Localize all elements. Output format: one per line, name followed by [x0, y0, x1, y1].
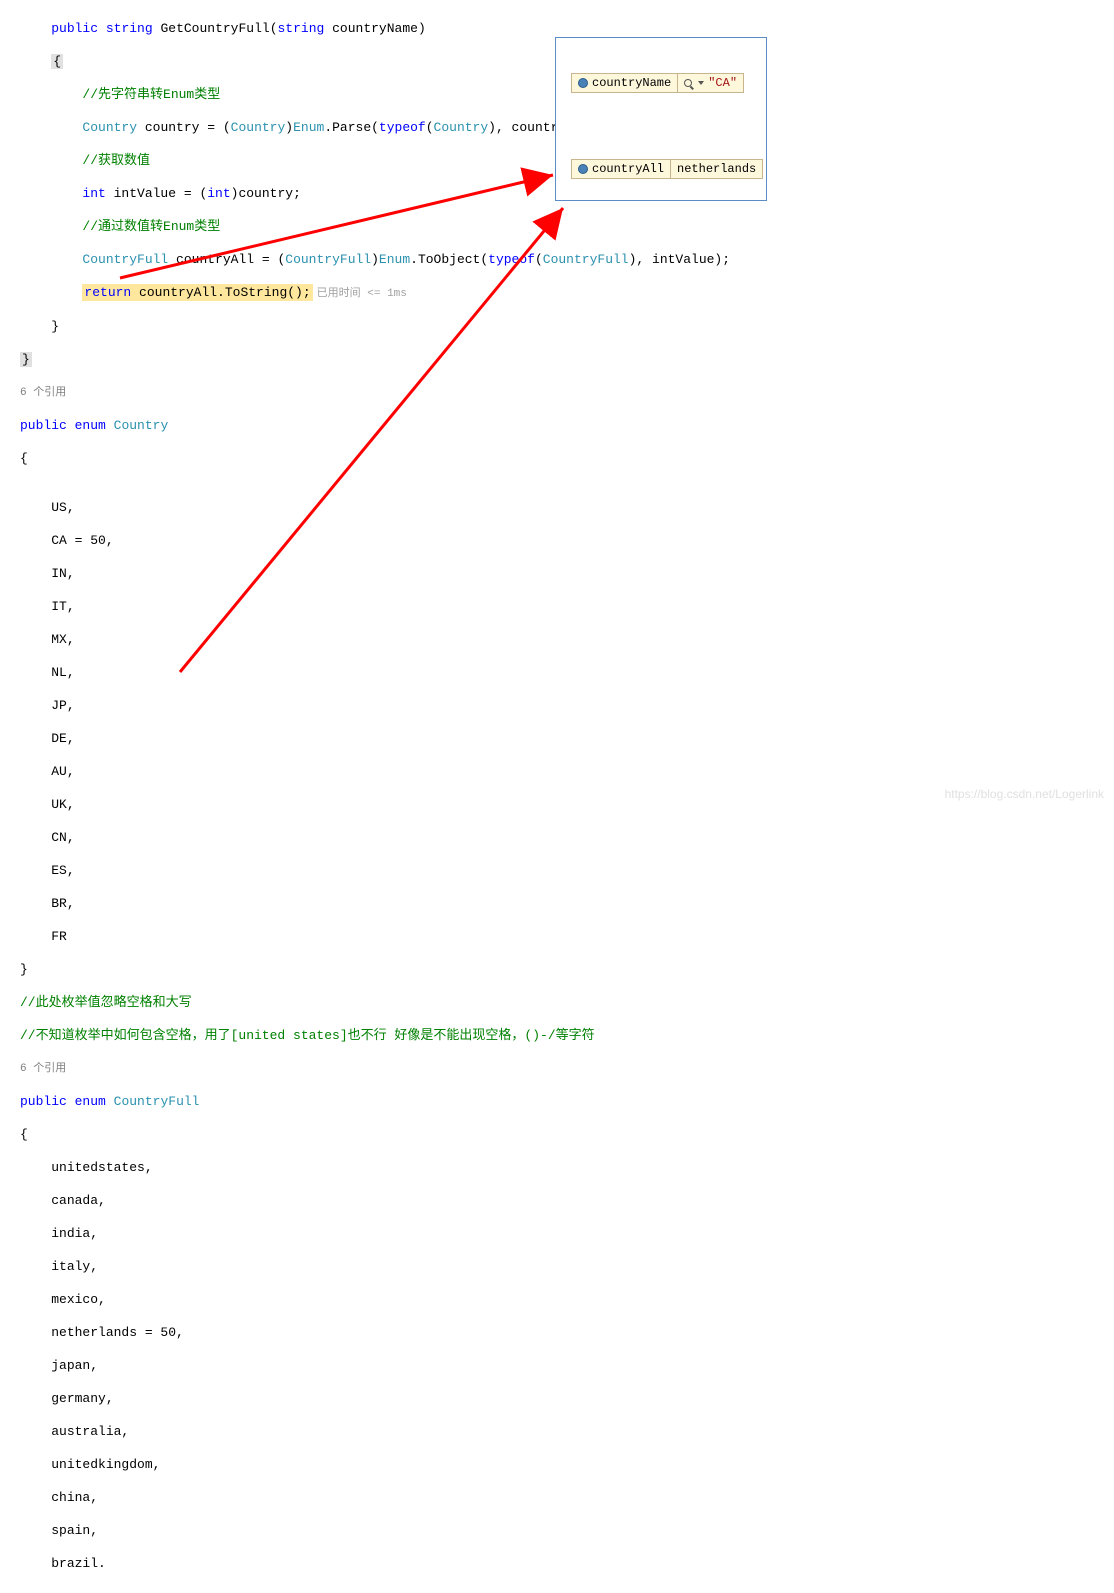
codelens-references[interactable]: 6 个引用 — [20, 1061, 1094, 1078]
code-line: NL, — [20, 665, 1094, 682]
code-line: netherlands = 50, — [20, 1325, 1094, 1342]
debug-inspection-panel: countryName "CA" countryAll netherlands — [555, 37, 767, 201]
watermark: https://blog.csdn.net/Logerlink — [945, 787, 1104, 801]
code-line: } — [20, 319, 1094, 336]
code-line: AU, — [20, 764, 1094, 781]
code-line: MX, — [20, 632, 1094, 649]
code-line: canada, — [20, 1193, 1094, 1210]
code-line: BR, — [20, 896, 1094, 913]
code-line: return countryAll.ToString();已用时间 <= 1ms — [20, 285, 1094, 303]
code-line: china, — [20, 1490, 1094, 1507]
datatip-var-value: netherlands — [677, 162, 756, 176]
code-line: US, — [20, 500, 1094, 517]
code-line: germany, — [20, 1391, 1094, 1408]
code-line: } — [20, 962, 1094, 979]
datatip-countryname[interactable]: countryName "CA" — [571, 73, 744, 93]
code-line: public string GetCountryFull(string coun… — [20, 21, 1094, 38]
code-line: { — [20, 451, 1094, 468]
code-line: IT, — [20, 599, 1094, 616]
code-line: CountryFull countryAll = (CountryFull)En… — [20, 252, 1094, 269]
code-line: japan, — [20, 1358, 1094, 1375]
code-line: FR — [20, 929, 1094, 946]
code-line: unitedkingdom, — [20, 1457, 1094, 1474]
magnify-icon[interactable] — [684, 79, 692, 87]
dropdown-icon[interactable] — [698, 81, 704, 85]
code-line: brazil. — [20, 1556, 1094, 1573]
datatip-var-name: countryAll — [592, 162, 664, 176]
code-line: public enum Country — [20, 418, 1094, 435]
code-line: //通过数值转Enum类型 — [20, 219, 1094, 236]
code-line: public enum CountryFull — [20, 1094, 1094, 1111]
code-line: UK, — [20, 797, 1094, 814]
codelens-references[interactable]: 6 个引用 — [20, 385, 1094, 402]
code-line: italy, — [20, 1259, 1094, 1276]
code-line: ES, — [20, 863, 1094, 880]
code-line: //此处枚举值忽略空格和大写 — [20, 995, 1094, 1012]
code-line: CA = 50, — [20, 533, 1094, 550]
code-line: } — [20, 352, 1094, 369]
code-line: mexico, — [20, 1292, 1094, 1309]
code-line: india, — [20, 1226, 1094, 1243]
code-line: IN, — [20, 566, 1094, 583]
code-line: JP, — [20, 698, 1094, 715]
field-icon — [578, 164, 588, 174]
code-line: CN, — [20, 830, 1094, 847]
datatip-var-value: "CA" — [708, 76, 737, 90]
datatip-countryall[interactable]: countryAll netherlands — [571, 159, 763, 179]
code-line: australia, — [20, 1424, 1094, 1441]
code-line: { — [20, 1127, 1094, 1144]
code-line: unitedstates, — [20, 1160, 1094, 1177]
code-line: DE, — [20, 731, 1094, 748]
code-line: //不知道枚举中如何包含空格，用了[united states]也不行 好像是不… — [20, 1028, 1094, 1045]
field-icon — [578, 78, 588, 88]
code-line: spain, — [20, 1523, 1094, 1540]
datatip-var-name: countryName — [592, 76, 671, 90]
